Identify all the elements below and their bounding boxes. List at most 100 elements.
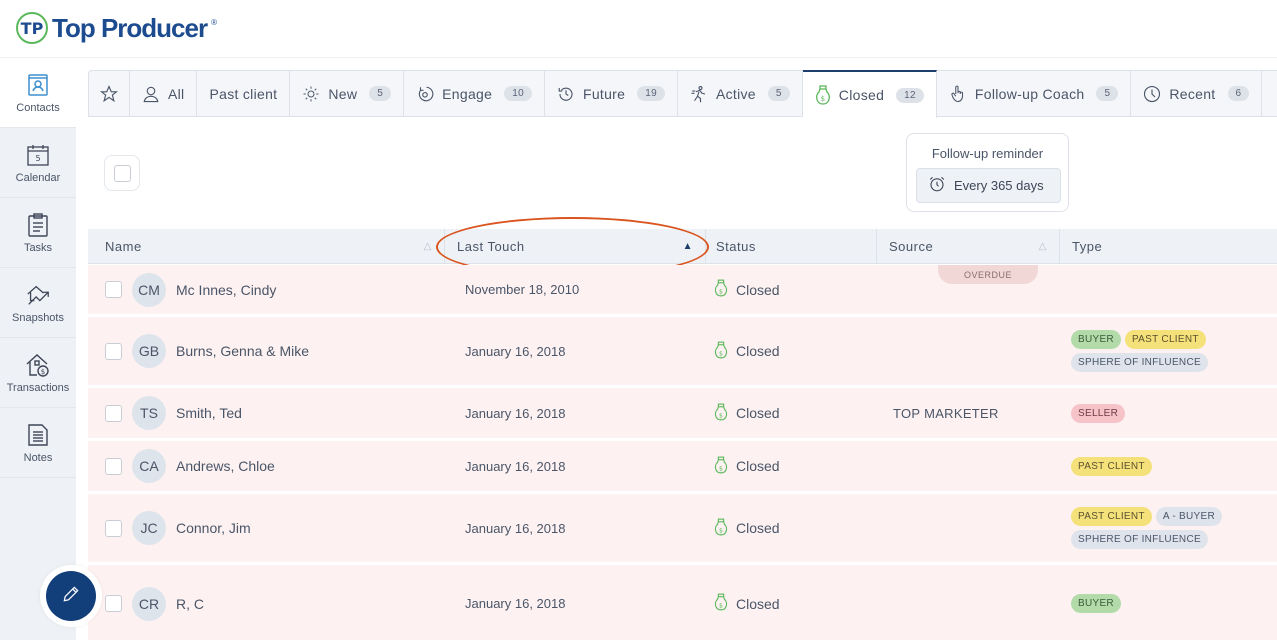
pencil-icon (61, 584, 81, 609)
svg-text:$: $ (719, 527, 723, 534)
contact-name[interactable]: R, C (176, 596, 204, 612)
column-label: Status (716, 238, 756, 254)
money-bag-icon: $ (714, 518, 728, 539)
tab-count-badge: 5 (369, 86, 392, 101)
logo[interactable]: TP Top Producer ® (16, 12, 217, 44)
money-bag-icon: $ (714, 456, 728, 477)
tab-active[interactable]: Active 5 (678, 71, 803, 116)
tasks-icon (25, 212, 51, 238)
money-bag-icon: $ (714, 593, 728, 614)
type-tags: PAST CLIENT A - BUYER SPHERE OF INFLUENC… (1060, 507, 1277, 549)
tab-label: Engage (442, 85, 493, 102)
contact-name[interactable]: Smith, Ted (176, 405, 242, 421)
select-all-checkbox[interactable] (104, 155, 140, 191)
type-tags: PAST CLIENT (1060, 456, 1277, 476)
compose-button[interactable] (46, 571, 96, 621)
money-bag-icon: $ (815, 85, 831, 105)
row-checkbox[interactable] (105, 281, 122, 298)
status-text: Closed (736, 595, 780, 612)
sort-icon: △ (423, 240, 432, 252)
tab-past-client[interactable]: Past client (197, 71, 291, 116)
column-header-last-touch[interactable]: Last Touch ▲ (445, 229, 706, 263)
tab-count-badge: 12 (896, 87, 924, 103)
sidebar-item-snapshots[interactable]: Snapshots (0, 268, 76, 338)
sidebar-item-transactions[interactable]: $ Transactions (0, 338, 76, 408)
sun-icon (302, 85, 320, 103)
tab-count-badge: 5 (767, 86, 790, 101)
tab-label: Active (715, 85, 756, 102)
type-tag-past-client: PAST CLIENT (1124, 330, 1206, 349)
table-row[interactable]: CR R, C January 16, 2018 $ Closed BUYER (88, 565, 1277, 640)
tab-count-badge: 19 (637, 86, 665, 101)
tab-label: Follow-up Coach (974, 85, 1085, 102)
table-row[interactable]: JC Connor, Jim January 16, 2018 $ Closed… (88, 494, 1277, 565)
tab-all[interactable]: All (130, 71, 198, 116)
sidebar-item-label: Tasks (23, 241, 53, 254)
row-checkbox[interactable] (105, 519, 122, 537)
table-row[interactable]: OVERDUE CM Mc Innes, Cindy November 18, … (88, 265, 1277, 317)
money-bag-icon: $ (714, 341, 728, 362)
tab-count-badge: 5 (1096, 86, 1119, 101)
reminder-frequency-button[interactable]: Every 365 days (916, 168, 1061, 203)
star-icon (100, 84, 118, 103)
checkbox[interactable] (113, 164, 131, 182)
status-text: Closed (736, 520, 780, 536)
avatar: CA (132, 449, 166, 483)
last-touch-date: January 16, 2018 (465, 343, 566, 359)
row-checkbox[interactable] (105, 457, 122, 475)
type-tags: BUYER PAST CLIENT SPHERE OF INFLUENCE (1060, 330, 1277, 372)
brand-name: Top Producer (52, 12, 208, 43)
status-text: Closed (736, 343, 780, 359)
sidebar-item-notes[interactable]: Notes (0, 408, 76, 478)
tab-follow-up-coach[interactable]: Follow-up Coach 5 (937, 71, 1132, 116)
type-tag-buyer: BUYER (1071, 594, 1121, 613)
sidebar-item-label: Calendar (15, 171, 61, 184)
sidebar-item-label: Contacts (16, 101, 60, 114)
row-checkbox[interactable] (105, 342, 122, 360)
contact-name[interactable]: Burns, Genna & Mike (176, 343, 309, 359)
svg-text:$: $ (719, 350, 723, 357)
engage-icon (416, 85, 434, 103)
status-text: Closed (736, 405, 780, 421)
svg-text:$: $ (719, 465, 723, 472)
sidebar-item-label: Snapshots (12, 311, 64, 324)
tab-label: All (168, 85, 185, 102)
sidebar: Contacts 5 Calendar Tasks Snapshots $ Tr… (0, 58, 76, 640)
column-header-source[interactable]: Source △ (877, 229, 1060, 263)
tab-label: Recent (1169, 85, 1216, 102)
row-checkbox[interactable] (105, 404, 122, 422)
sidebar-item-calendar[interactable]: 5 Calendar (0, 128, 76, 198)
tab-recent[interactable]: Recent 6 (1131, 71, 1263, 116)
column-header-name[interactable]: Name △ (88, 229, 445, 263)
table-row[interactable]: GB Burns, Genna & Mike January 16, 2018 … (88, 317, 1277, 388)
tab-new[interactable]: New 5 (290, 71, 405, 116)
svg-text:$: $ (41, 368, 45, 376)
table-row[interactable]: TS Smith, Ted January 16, 2018 $ Closed … (88, 388, 1277, 441)
table-row[interactable]: CA Andrews, Chloe January 16, 2018 $ Clo… (88, 441, 1277, 494)
tab-engage[interactable]: Engage 10 (404, 71, 545, 116)
sidebar-item-contacts[interactable]: Contacts (0, 58, 76, 128)
logo-mark-icon: TP (16, 12, 48, 44)
trademark: ® (211, 18, 217, 27)
tab-closed[interactable]: $ Closed 12 (802, 70, 937, 118)
contact-name[interactable]: Mc Innes, Cindy (176, 282, 276, 298)
last-touch-date: January 16, 2018 (465, 458, 566, 474)
tab-favorites[interactable] (89, 71, 130, 116)
column-header-type[interactable]: Type (1060, 229, 1277, 263)
history-icon (557, 85, 575, 103)
snapshots-icon (25, 282, 51, 308)
svg-text:$: $ (820, 95, 825, 103)
reminder-title: Follow-up reminder (931, 146, 1044, 161)
type-tags: SELLER (1060, 403, 1277, 423)
contact-name[interactable]: Connor, Jim (176, 520, 251, 536)
last-touch-date: January 16, 2018 (465, 520, 566, 536)
row-checkbox[interactable] (105, 595, 122, 612)
avatar: JC (132, 511, 166, 545)
notes-icon (25, 422, 51, 448)
fab-container (40, 565, 102, 627)
column-header-status[interactable]: Status (706, 229, 877, 263)
tab-future[interactable]: Future 19 (545, 71, 678, 116)
contacts-table-body: OVERDUE CM Mc Innes, Cindy November 18, … (88, 265, 1277, 640)
contact-name[interactable]: Andrews, Chloe (176, 458, 275, 474)
sidebar-item-tasks[interactable]: Tasks (0, 198, 76, 268)
